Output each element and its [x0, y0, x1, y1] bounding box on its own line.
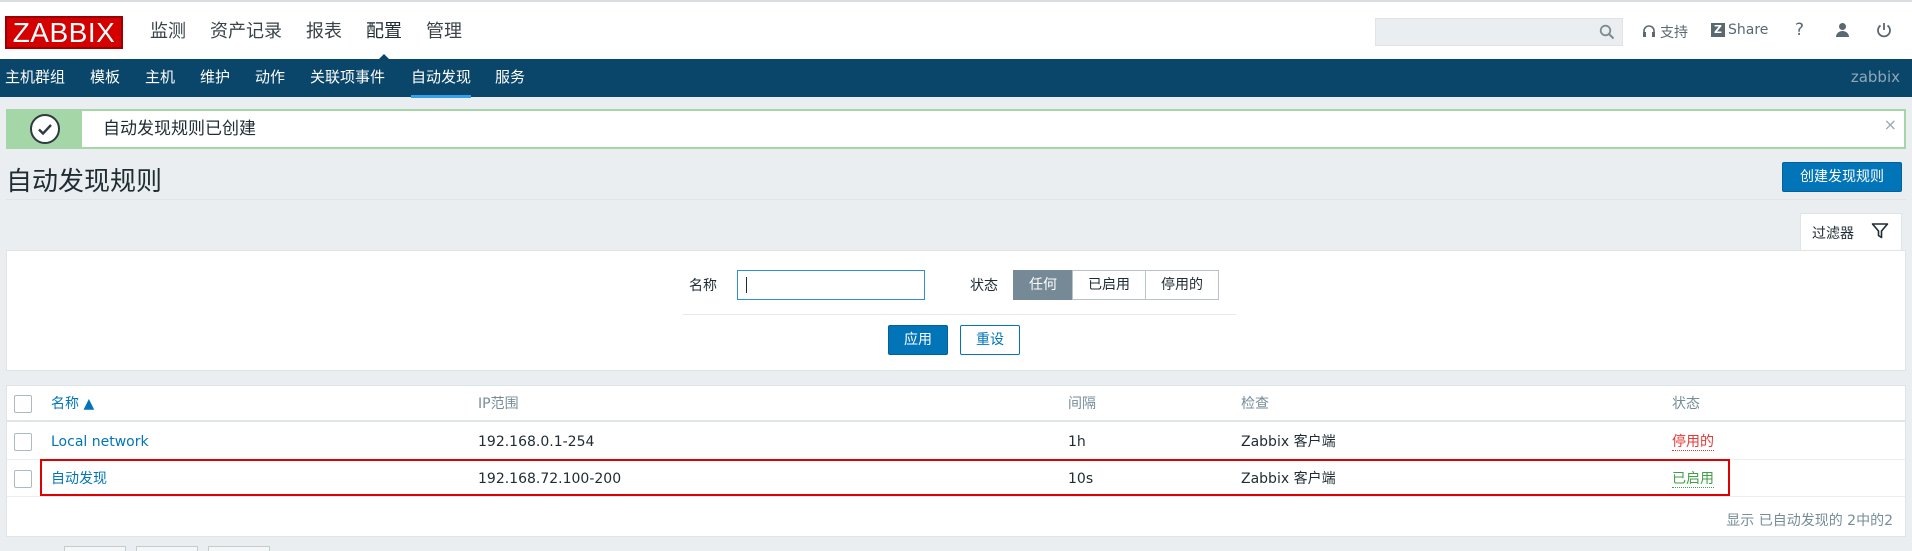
check-circle-icon: [30, 114, 60, 144]
zabbix-logo[interactable]: ZABBIX: [5, 16, 123, 49]
submenu-maintenance[interactable]: 维护: [200, 59, 230, 95]
status-disabled-option[interactable]: 停用的: [1145, 270, 1219, 300]
filter-name-label: 名称: [689, 278, 717, 294]
create-discovery-rule-button[interactable]: 创建发现规则: [1782, 162, 1902, 192]
filter-divider: [683, 314, 1236, 315]
menu-monitoring[interactable]: 监测: [150, 2, 186, 61]
share-link[interactable]: Z Share: [1711, 22, 1768, 38]
ip-range-cell: 192.168.0.1-254: [478, 434, 595, 450]
filter-tab[interactable]: 过滤器: [1800, 213, 1902, 251]
submenu-host-groups[interactable]: 主机群组: [5, 59, 65, 95]
mass-action-button-stub[interactable]: [136, 546, 198, 551]
table-row: Local network 192.168.0.1-254 1h Zabbix …: [7, 424, 1905, 460]
rule-name-link[interactable]: Local network: [51, 424, 149, 460]
user-profile-icon[interactable]: [1835, 22, 1854, 37]
interval-cell: 1h: [1068, 434, 1086, 450]
sub-menu: 主机群组 模板 主机 维护 动作 关联项事件 自动发现 服务 zabbix: [0, 59, 1912, 98]
success-message: 自动发现规则已创建 ×: [6, 109, 1906, 149]
filter-status-label: 状态: [970, 278, 998, 294]
discovery-rules-table: 名称 ▲ IP范围 间隔 检查 状态 Local network 192.168…: [6, 385, 1906, 537]
submenu-actions[interactable]: 动作: [255, 59, 285, 95]
server-brand: zabbix: [1850, 68, 1900, 86]
header-divider: [6, 199, 1906, 200]
search-input[interactable]: [1375, 18, 1623, 46]
column-status-header: 状态: [1672, 396, 1700, 412]
filter-icon: [1871, 222, 1889, 244]
apply-button[interactable]: 应用: [888, 325, 948, 355]
mass-action-button-stub[interactable]: [64, 546, 126, 551]
rule-name-link[interactable]: 自动发现: [51, 461, 107, 497]
status-cell: 已启用: [1672, 461, 1714, 497]
status-toggle-disabled[interactable]: 停用的: [1672, 434, 1714, 451]
status-any-option[interactable]: 任何: [1013, 270, 1073, 300]
support-link[interactable]: 支持: [1642, 22, 1688, 42]
success-icon-box: [8, 111, 82, 147]
status-enabled-option[interactable]: 已启用: [1072, 270, 1146, 300]
status-toggle-enabled[interactable]: 已启用: [1672, 471, 1714, 488]
close-icon[interactable]: ×: [1884, 115, 1897, 134]
submenu-services[interactable]: 服务: [495, 59, 525, 95]
table-paging-summary: 显示 已自动发现的 2中的2: [1726, 513, 1893, 529]
column-ip-range-header: IP范围: [478, 396, 519, 412]
share-label: Share: [1728, 22, 1769, 38]
status-cell: 停用的: [1672, 424, 1714, 460]
submenu-discovery[interactable]: 自动发现: [411, 59, 472, 98]
success-message-text: 自动发现规则已创建: [103, 119, 256, 139]
main-menu: 监测 资产记录 报表 配置 管理: [150, 2, 486, 61]
menu-reports[interactable]: 报表: [306, 2, 342, 61]
search-icon[interactable]: [1599, 24, 1615, 44]
checks-cell: Zabbix 客户端: [1241, 434, 1336, 450]
menu-configuration[interactable]: 配置: [366, 2, 402, 61]
submenu-event-correlation[interactable]: 关联项事件: [310, 59, 385, 95]
menu-inventory[interactable]: 资产记录: [210, 2, 282, 61]
submenu-hosts[interactable]: 主机: [145, 59, 175, 95]
column-name-header[interactable]: 名称 ▲: [51, 386, 94, 422]
column-checks-header: 检查: [1241, 396, 1269, 412]
headset-icon: [1643, 25, 1655, 37]
row-checkbox[interactable]: [14, 433, 32, 451]
top-header: ZABBIX 监测 资产记录 报表 配置 管理 支持 Z Share ?: [0, 0, 1912, 61]
ip-range-cell: 192.168.72.100-200: [478, 471, 622, 487]
table-row: 自动发现 192.168.72.100-200 10s Zabbix 客户端 已…: [7, 461, 1905, 497]
help-icon[interactable]: ?: [1795, 20, 1804, 40]
reset-button[interactable]: 重设: [960, 325, 1020, 355]
mass-action-button-stub[interactable]: [208, 546, 270, 551]
filter-tab-label: 过滤器: [1812, 226, 1854, 242]
filter-panel: 名称 状态 任何 已启用 停用的 应用 重设: [6, 250, 1906, 371]
checks-cell: Zabbix 客户端: [1241, 471, 1336, 487]
sign-out-icon[interactable]: [1876, 22, 1896, 38]
table-header-row: 名称 ▲ IP范围 间隔 检查 状态: [7, 386, 1905, 422]
support-label: 支持: [1660, 25, 1688, 41]
select-all-checkbox[interactable]: [14, 395, 32, 413]
row-checkbox[interactable]: [14, 470, 32, 488]
interval-cell: 10s: [1068, 471, 1094, 487]
page-title: 自动发现规则: [6, 167, 163, 197]
column-interval-header: 间隔: [1068, 396, 1096, 412]
filter-name-input[interactable]: [737, 270, 925, 300]
zabbix-share-icon: Z: [1711, 23, 1725, 37]
menu-administration[interactable]: 管理: [426, 2, 462, 61]
text-caret: [746, 277, 747, 293]
submenu-templates[interactable]: 模板: [90, 59, 120, 95]
